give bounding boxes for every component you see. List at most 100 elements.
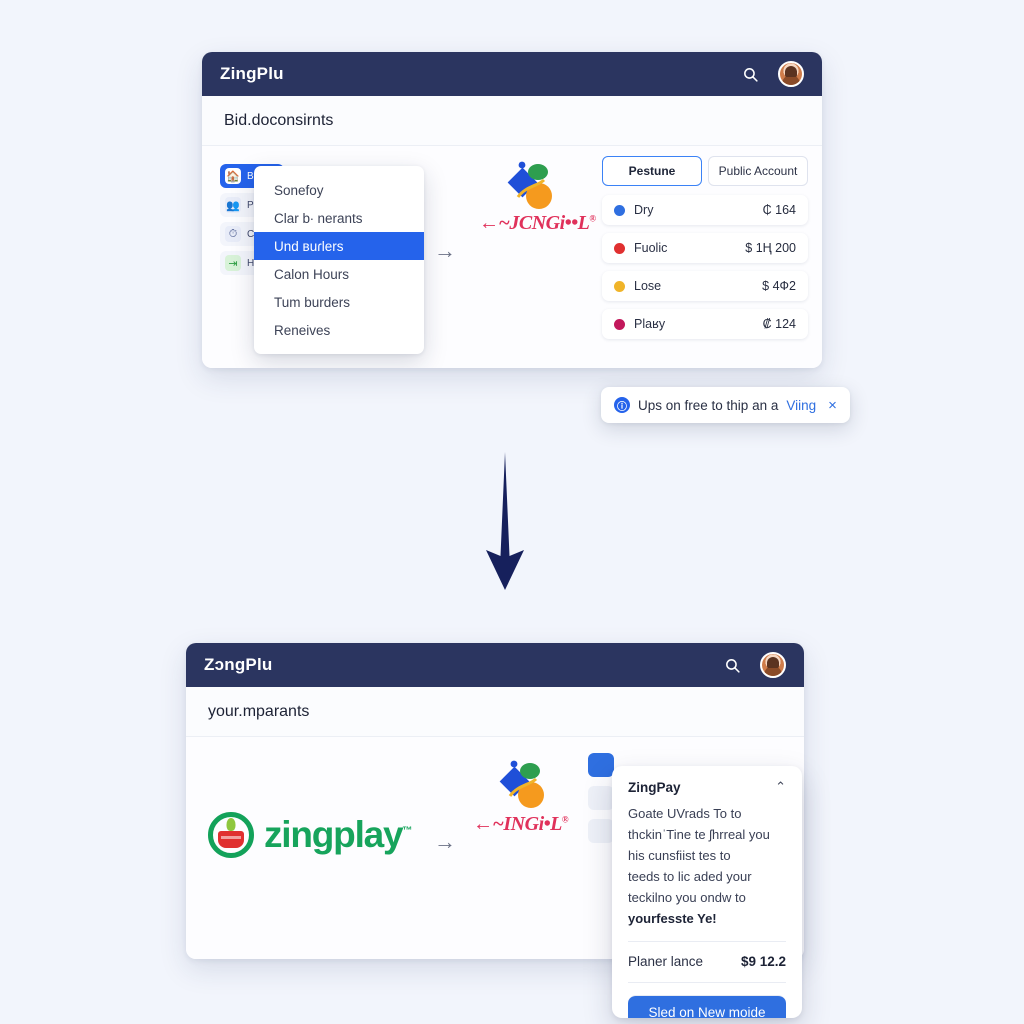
popover-header: ZingPay ⌃: [628, 780, 786, 795]
list-item-label: Lose: [634, 279, 662, 293]
status-dot-icon: [614, 318, 625, 330]
popover-cta-wrap: Sled on New moide: [628, 982, 786, 1018]
popover-line-0: Goate UVrads To to: [628, 806, 742, 821]
menu-item-1[interactable]: Clar b∙ nerants: [254, 204, 424, 232]
account-list: Dry ₵ 164 Fuolic $ 1Ң 200 Lose $ 4Ф2 Pla…: [602, 195, 808, 339]
tab-public-account-label: Public Account: [718, 164, 798, 178]
card-two-wordmark: ←~INGi•L®: [473, 813, 569, 836]
popover-line-2: his cunsfiist tes to: [628, 848, 731, 863]
zingpay-popover[interactable]: ZingPay ⌃ Goate UVrads To to thckinˈTine…: [612, 766, 802, 1018]
tab-bar: Pestune Public Account: [602, 156, 808, 186]
list-item-amount: ₵ 164: [762, 203, 796, 217]
popover-title: ZingPay: [628, 780, 681, 795]
close-icon[interactable]: ×: [828, 397, 837, 414]
popover-line-3: teeds to lic aded your: [628, 869, 752, 884]
menu-item-0[interactable]: Sonefoy: [254, 176, 424, 204]
popover-cta-label: Sled on New moide: [648, 1005, 766, 1018]
chip-icon: [588, 753, 614, 777]
card-two-wordmark-text: ←~INGi•L: [473, 813, 562, 835]
home-icon: 🏠: [225, 168, 241, 184]
popover-balance-label: Planer lance: [628, 954, 704, 969]
list-item[interactable]: Fuolic $ 1Ң 200: [602, 233, 808, 263]
card-one: ZingPlu Bid.doconsirnts 🏠 B 👥 P ⏱ C ⇥ H …: [202, 52, 822, 368]
user-avatar[interactable]: [778, 61, 804, 87]
menu-item-3-label: Calon Hours: [274, 266, 350, 282]
dropdown-menu[interactable]: Sonefoy Clar b∙ nerants Und вuɾlers Calo…: [254, 166, 424, 354]
popover-balance-row: Planer lance $9 12.2: [628, 942, 786, 982]
list-item-amount: ₡ 124: [762, 317, 796, 331]
card-one-app-title: ZingPlu: [220, 64, 284, 83]
card-two-ghost-rail: [588, 753, 614, 852]
search-icon[interactable]: [720, 653, 744, 677]
chip-icon: [588, 786, 614, 810]
card-one-subheader: Bid.doconsirnts: [202, 96, 822, 146]
info-icon: ⓘ: [614, 397, 630, 413]
menu-item-0-label: Sonefoy: [274, 182, 324, 198]
zingplay-wordmark: zingplay™: [264, 814, 412, 856]
card-one-panel: Pestune Public Account Dry ₵ 164 Fuolic: [602, 156, 808, 347]
flow-down-arrow-icon: [482, 452, 528, 597]
exit-icon: ⇥: [225, 255, 241, 271]
menu-item-5-label: Reneives: [274, 322, 331, 338]
user-avatar[interactable]: [760, 652, 786, 678]
popover-line-4: teckilno you ondw to: [628, 890, 746, 905]
card-one-arrow-glyph: →: [434, 238, 456, 263]
list-item[interactable]: Lose $ 4Ф2: [602, 271, 808, 301]
zingplay-logo: zingplay™: [208, 812, 412, 858]
menu-item-1-label: Clar b∙ nerants: [274, 210, 363, 226]
zingplay-badge-icon: [208, 812, 254, 858]
card-two-subheader: your.mparants: [186, 687, 804, 737]
card-two-subheader-text: your.mparants: [208, 702, 310, 720]
pot-shape: [218, 831, 244, 848]
popover-bold-line: yourfesste Ye!: [628, 911, 717, 926]
tab-pestune[interactable]: Pestune: [602, 156, 702, 186]
popover-balance-amount: $9 12.2: [740, 954, 786, 969]
card-two-brand-mark-icon: [486, 755, 556, 819]
search-icon[interactable]: [738, 62, 762, 86]
chevron-up-icon[interactable]: ⌃: [775, 780, 786, 793]
card-one-wordmark-text: ←~JCNGi••L: [479, 212, 590, 234]
menu-item-2[interactable]: Und вuɾlers: [254, 232, 424, 260]
card-one-wordmark-reg: ®: [589, 213, 596, 224]
list-item-amount: $ 1Ң 200: [745, 241, 796, 255]
people-icon: 👥: [225, 197, 241, 213]
chip-icon: [588, 819, 614, 843]
card-one-appbar: ZingPlu: [202, 52, 822, 96]
sidebar-item-1-label: P: [247, 199, 254, 211]
card-one-brand-mark-icon: [494, 156, 564, 220]
list-item-label: Dry: [634, 203, 654, 217]
menu-item-5[interactable]: Reneives: [254, 316, 424, 344]
card-two-app-title: ZɔngPlu: [204, 655, 273, 674]
zingplay-wordmark-text: zingplay: [264, 814, 404, 855]
card-two-wordmark-reg: ®: [561, 814, 569, 825]
card-two-flow-arrow-icon: →: [434, 831, 456, 853]
popover-line-1: thckinˈTine te ʃhrreal you: [628, 827, 770, 842]
menu-item-4[interactable]: Tum burders: [254, 288, 424, 316]
card-one-flow-arrow-icon: →: [434, 240, 456, 262]
card-two-appbar: ZɔngPlu: [186, 643, 804, 687]
card-two-arrow-glyph: →: [434, 829, 456, 854]
menu-item-4-label: Tum burders: [274, 294, 351, 310]
status-dot-icon: [614, 204, 625, 216]
list-item[interactable]: Dry ₵ 164: [602, 195, 808, 225]
clock-icon: ⏱: [225, 226, 241, 242]
menu-item-3[interactable]: Calon Hours: [254, 260, 424, 288]
tab-public-account[interactable]: Public Account: [708, 156, 808, 186]
zingplay-tm: ™: [402, 825, 412, 837]
status-dot-icon: [614, 242, 625, 254]
toast-link[interactable]: Viing: [786, 398, 816, 413]
popover-body: Goate UVrads To to thckinˈTine te ʃhrrea…: [628, 803, 786, 929]
toast-message: Ups on free to thip an a: [638, 397, 779, 413]
card-one-body: 🏠 B 👥 P ⏱ C ⇥ H Sonefoy Clar b∙ nerants …: [202, 146, 822, 368]
tab-pestune-label: Pestune: [628, 164, 676, 178]
status-dot-icon: [614, 280, 625, 292]
card-one-subheader-text: Bid.doconsirnts: [224, 111, 334, 129]
list-item-amount: $ 4Ф2: [762, 279, 796, 293]
toast-notification[interactable]: ⓘ Ups on free to thip an a Viing ×: [601, 387, 850, 423]
list-item[interactable]: Plaʁy ₡ 124: [602, 309, 808, 339]
leaf-shape: [226, 818, 236, 831]
sidebar-item-0-label: B: [247, 170, 254, 182]
screenshot-stage: ZingPlu Bid.doconsirnts 🏠 B 👥 P ⏱ C ⇥ H …: [0, 0, 1024, 1024]
list-item-label: Fuolic: [634, 241, 668, 255]
popover-cta-button[interactable]: Sled on New moide: [628, 995, 786, 1018]
